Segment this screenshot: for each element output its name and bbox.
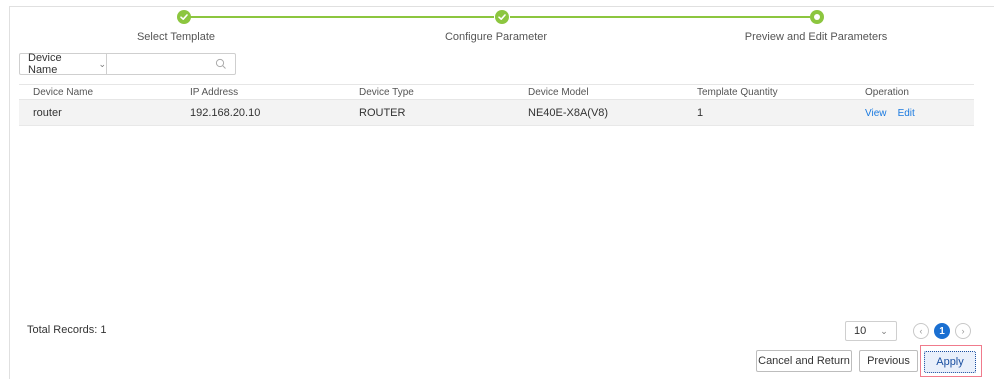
col-device-type: Device Type: [359, 86, 414, 98]
prev-page-icon[interactable]: ‹: [913, 323, 929, 339]
next-page-icon[interactable]: ›: [955, 323, 971, 339]
step-2-check-icon: [495, 10, 509, 24]
col-device-model: Device Model: [528, 86, 589, 98]
device-table: Device Name IP Address Device Type Devic…: [19, 84, 974, 126]
table-row[interactable]: router 192.168.20.10 ROUTER NE40E-X8A(V8…: [19, 100, 974, 126]
previous-button[interactable]: Previous: [859, 350, 918, 372]
page-size-value: 10: [854, 325, 867, 337]
step-3-label: Preview and Edit Parameters: [744, 31, 888, 43]
step-connector-2: [510, 16, 810, 18]
step-2-label: Configure Parameter: [444, 31, 548, 43]
cell-device-type: ROUTER: [359, 106, 406, 119]
search-icon[interactable]: [215, 58, 227, 70]
cell-operation: View Edit: [851, 107, 974, 119]
apply-button[interactable]: Apply: [924, 351, 976, 373]
cell-template-quantity: 1: [697, 106, 704, 119]
total-records: Total Records: 1: [27, 324, 107, 336]
cancel-and-return-button[interactable]: Cancel and Return: [756, 350, 852, 372]
table-header: Device Name IP Address Device Type Devic…: [19, 84, 974, 100]
edit-link[interactable]: Edit: [898, 108, 915, 119]
col-template-quantity: Template Quantity: [697, 86, 778, 98]
filter-field-label: Device Name: [28, 52, 62, 76]
cell-device-model: NE40E-X8A(V8): [528, 106, 609, 119]
step-3-current-icon: [810, 10, 824, 24]
col-ip-address: IP Address: [190, 86, 239, 98]
step-1-label: Select Template: [136, 31, 216, 43]
filter-field-select[interactable]: Device Name ⌄: [19, 52, 107, 76]
chevron-down-icon: ⌄: [98, 58, 106, 69]
search-field[interactable]: [107, 53, 236, 75]
cell-device-name: router: [33, 106, 62, 119]
step-1-check-icon: [177, 10, 191, 24]
page-size-select[interactable]: 10 ⌄: [845, 321, 897, 341]
filter-bar: Device Name ⌄: [19, 52, 236, 76]
col-operation: Operation: [865, 86, 909, 98]
step-connector-1: [184, 16, 494, 18]
col-device-name: Device Name: [33, 86, 94, 98]
cell-ip-address: 192.168.20.10: [190, 106, 261, 119]
current-page-button[interactable]: 1: [934, 323, 950, 339]
view-link[interactable]: View: [865, 108, 887, 119]
chevron-down-icon: ⌄: [880, 325, 888, 336]
